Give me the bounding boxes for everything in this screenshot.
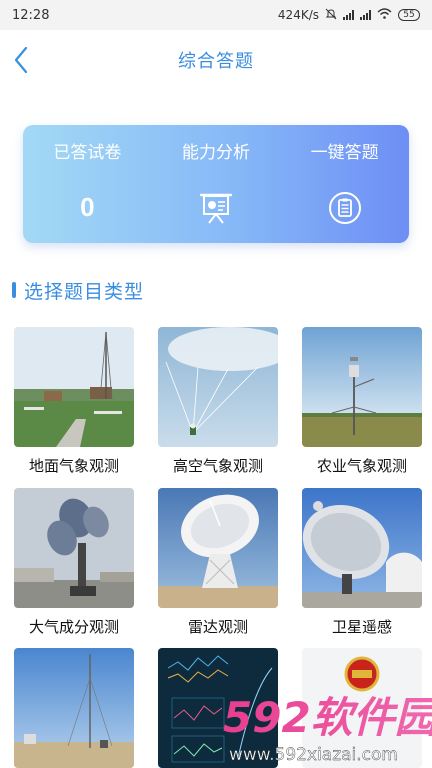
network-speed: 424K/s [277,8,319,22]
chevron-left-icon [14,46,28,74]
upper-air-observation-image [158,327,278,447]
category-label: 雷达观测 [187,618,248,636]
nav-bar: 综合答题 [0,30,432,90]
mute-icon [325,8,337,23]
wifi-icon [377,8,392,22]
category-surface-observation[interactable]: 地面气象观测 [14,327,134,476]
category-agricultural-observation[interactable]: 农业气象观测 [302,327,422,476]
weather-mast-image [14,648,134,768]
quick-answer[interactable]: 一键答题 [280,125,409,243]
surface-observation-image [14,327,134,447]
stats-card: 已答试卷 0 能力分析 一键答题 [23,125,409,243]
watermark-url: www.592xiazai.com [229,745,398,765]
category-tile-row3-1[interactable] [14,648,134,768]
answered-label: 已答试卷 [53,143,122,163]
category-label: 地面气象观测 [28,457,119,475]
status-icons: 424K/s 55 [278,8,420,23]
back-button[interactable] [8,42,34,78]
quick-answer-label: 一键答题 [310,143,379,163]
watermark-logo: 592软件园 www.592xiazai.com [223,693,432,765]
page-title: 综合答题 [178,51,254,72]
satellite-remote-sensing-image [302,488,422,608]
watermark-brand: 592软件园 [223,693,432,742]
ability-analysis[interactable]: 能力分析 [152,125,281,243]
battery-icon: 55 [398,9,420,21]
category-label: 高空气象观测 [172,457,263,475]
agricultural-observation-image [302,327,422,447]
category-label: 农业气象观测 [316,457,407,475]
category-satellite-remote-sensing[interactable]: 卫星遥感 [302,488,422,637]
analysis-label: 能力分析 [182,143,250,163]
atmospheric-composition-image [14,488,134,608]
category-radar-observation[interactable]: 雷达观测 [158,488,278,637]
category-atmospheric-composition[interactable]: 大气成分观测 [14,488,134,637]
watermark-overlay: 592软件园 www.592xiazai.com [215,686,432,768]
section-title: 选择题目类型 [24,280,145,303]
status-time: 12:28 [12,7,50,23]
category-upper-air-observation[interactable]: 高空气象观测 [158,327,278,476]
section-header: 选择题目类型 [12,276,144,304]
section-accent-bar [12,282,16,298]
answered-papers[interactable]: 已答试卷 0 [23,125,152,243]
clipboard-icon [326,189,364,227]
category-label: 卫星遥感 [331,618,392,636]
category-label: 大气成分观测 [28,618,119,636]
presentation-chart-icon [197,189,235,227]
signal-icon [360,10,371,20]
radar-observation-image [158,488,278,608]
status-bar: 12:28 424K/s 55 [0,0,432,30]
signal-icon [343,10,354,20]
answered-count: 0 [80,192,95,222]
